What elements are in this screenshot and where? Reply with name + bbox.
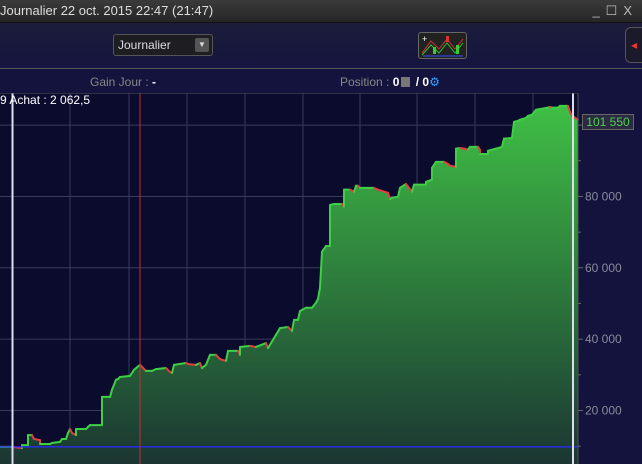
close-position-icon[interactable] (401, 77, 411, 87)
position-label: Position : (340, 75, 390, 89)
daily-gain: Gain Jour : - (90, 69, 156, 95)
last-value-label: 101 550 (582, 114, 634, 130)
equity-chart: 20 00040 00060 00080 000100 000 (0, 93, 629, 464)
equity-segment (239, 344, 251, 348)
position-value: 0 (392, 75, 400, 89)
gear-icon[interactable]: ⚙ (429, 75, 440, 89)
gain-value: - (152, 75, 157, 89)
y-tick-label: 40 000 (585, 332, 622, 346)
period-select[interactable]: Journalier ▼ (113, 34, 213, 56)
y-tick-label: 60 000 (585, 261, 622, 275)
equity-segment (155, 367, 167, 371)
position-separator: / (415, 75, 420, 89)
maximize-icon[interactable]: ☐ (606, 3, 624, 18)
gain-label: Gain Jour : (90, 75, 149, 89)
equity-segment (187, 363, 197, 366)
info-bar: Gain Jour : - Position : 0 / 0⚙ (0, 69, 642, 93)
trade-label: 9 Achat : 2 062,5 (0, 93, 91, 107)
strategy-chart-icon: + (421, 34, 464, 57)
y-tick-label: 80 000 (585, 189, 622, 203)
side-panel-button[interactable]: ◂ (625, 27, 642, 63)
position-info: Position : 0 / 0⚙ (340, 69, 440, 95)
strategy-button[interactable]: + (418, 32, 467, 59)
title-bar: Journalier 22 oct. 2015 22:47 (21:47) _☐… (0, 0, 642, 23)
close-icon[interactable]: X (623, 3, 638, 18)
chevron-down-icon[interactable]: ▼ (195, 38, 209, 52)
minimize-icon[interactable]: _ (592, 3, 605, 18)
window-controls: _☐X (592, 0, 638, 22)
equity-segment (51, 440, 61, 444)
period-select-value: Journalier (118, 38, 171, 52)
equity-segment (279, 326, 289, 330)
side-panel-icon: ◂ (631, 38, 638, 52)
y-tick-label: 20 000 (585, 403, 622, 417)
window-title: Journalier 22 oct. 2015 22:47 (21:47) (0, 3, 214, 18)
equity-segment (503, 136, 513, 140)
svg-text:+: + (422, 34, 427, 44)
toolbar: Journalier ▼ + ◂ (0, 23, 642, 69)
equity-segment (119, 374, 131, 378)
